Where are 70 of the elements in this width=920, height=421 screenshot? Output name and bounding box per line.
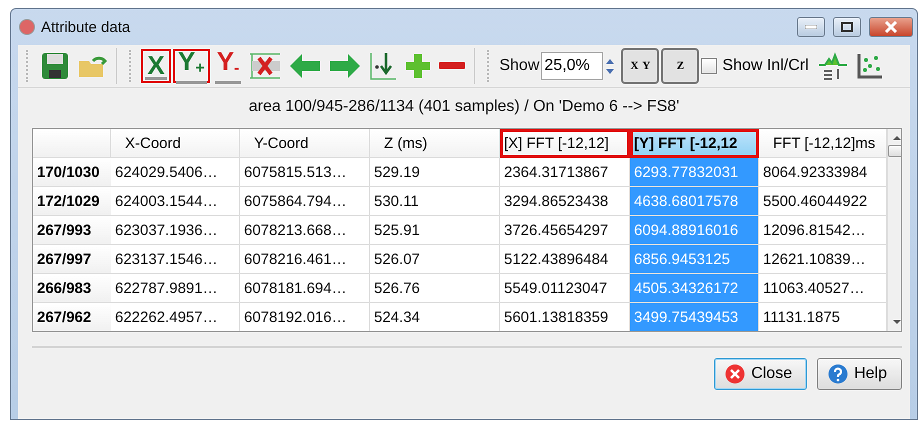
table-cell: 6075864.794…	[240, 187, 370, 216]
minimize-icon	[805, 25, 817, 29]
help-button[interactable]: Help	[817, 358, 902, 390]
percent-field[interactable]: 25,0%	[541, 52, 604, 80]
table-cell: 622787.9891…	[111, 274, 240, 303]
delete-row-icon	[249, 51, 282, 81]
window-title: Attribute data	[41, 18, 132, 36]
help-icon	[828, 364, 848, 384]
table-cell: 526.76	[370, 274, 500, 303]
table-cell: 12096.81542…	[759, 216, 887, 245]
vertical-scrollbar[interactable]	[887, 129, 901, 331]
table-cell: 3726.45654297	[500, 216, 630, 245]
table-cell: 525.91	[370, 216, 500, 245]
show-label: Show	[499, 57, 540, 75]
table-cell: 6094.88916016	[630, 216, 759, 245]
column-toggle[interactable]: X Y	[621, 48, 660, 84]
table-cell: 2364.31713867	[500, 158, 630, 187]
column-header[interactable]: [X] FFT [-12,12]	[500, 129, 630, 158]
insert-down-icon	[369, 51, 398, 81]
table-cell: 3294.86523438	[500, 187, 630, 216]
scatter-plot-icon	[856, 52, 884, 80]
table-cell: 8064.92333984	[759, 158, 887, 187]
table-cell: 530.11	[370, 187, 500, 216]
table-cell: 6078213.668…	[240, 216, 370, 245]
left-arrow-icon	[289, 53, 322, 79]
table-cell: 3499.75439453	[630, 303, 759, 331]
plus-icon	[405, 53, 432, 79]
table-cell: 6078216.461…	[240, 245, 370, 274]
minimize-button[interactable]	[797, 17, 825, 37]
selection-summary: area 100/945-286/1134 (401 samples) / On 'Demo 6 --> FS8'	[248, 97, 680, 117]
table-cell: 624029.5406…	[111, 158, 240, 187]
app-icon	[19, 19, 35, 35]
table-cell: 6293.77832031	[630, 158, 759, 187]
table-cell: 6856.9453125	[630, 245, 759, 274]
table-cell: 529.19	[370, 158, 500, 187]
table-cell: 624003.1544…	[111, 187, 240, 216]
table-cell: 11063.40527…	[759, 274, 887, 303]
show-inl-crl-checkbox[interactable]: Show Inl/Crl	[701, 57, 809, 75]
axis-button[interactable]: Y$_{-}$	[212, 49, 244, 83]
close-window-button[interactable]	[869, 17, 913, 37]
scroll-up-icon[interactable]	[892, 135, 901, 141]
table-cell: 4505.34326172	[630, 274, 759, 303]
profile-chart-icon	[818, 51, 848, 81]
table-cell: 623137.1546…	[111, 245, 240, 274]
table-cell: 4638.68017578	[630, 187, 759, 216]
close-icon	[884, 21, 898, 33]
column-header[interactable]: X-Coord	[111, 129, 240, 158]
minus-icon	[439, 61, 466, 71]
right-arrow-icon	[329, 53, 362, 79]
close-icon	[725, 364, 746, 384]
scroll-down-icon[interactable]	[892, 319, 901, 325]
table-cell: 5500.46044922	[759, 187, 887, 216]
column-header[interactable]: Y-Coord	[240, 129, 370, 158]
axis-button[interactable]: Y$_{+}$	[173, 49, 210, 83]
column-header[interactable]: [Y] FFT [-12,12	[630, 129, 759, 158]
table-cell: 12621.10839…	[759, 245, 887, 274]
close-button[interactable]: Close	[714, 358, 808, 390]
column-header[interactable]: Z (ms)	[370, 129, 500, 158]
table-cell: 5122.43896484	[500, 245, 630, 274]
axis-button[interactable]: X	[141, 49, 171, 83]
table-cell: 6075815.513…	[240, 158, 370, 187]
table-cell: 6078181.694…	[240, 274, 370, 303]
scrollbar-thumb[interactable]	[888, 145, 901, 157]
maximize-button[interactable]	[833, 17, 861, 37]
table-cell: 623037.1936…	[111, 216, 240, 245]
table-cell: 5549.01123047	[500, 274, 630, 303]
maximize-icon	[841, 22, 853, 32]
column-header[interactable]: FFT [-12,12]ms	[759, 129, 887, 158]
table-cell: 526.07	[370, 245, 500, 274]
column-toggle[interactable]: Z	[661, 48, 700, 84]
